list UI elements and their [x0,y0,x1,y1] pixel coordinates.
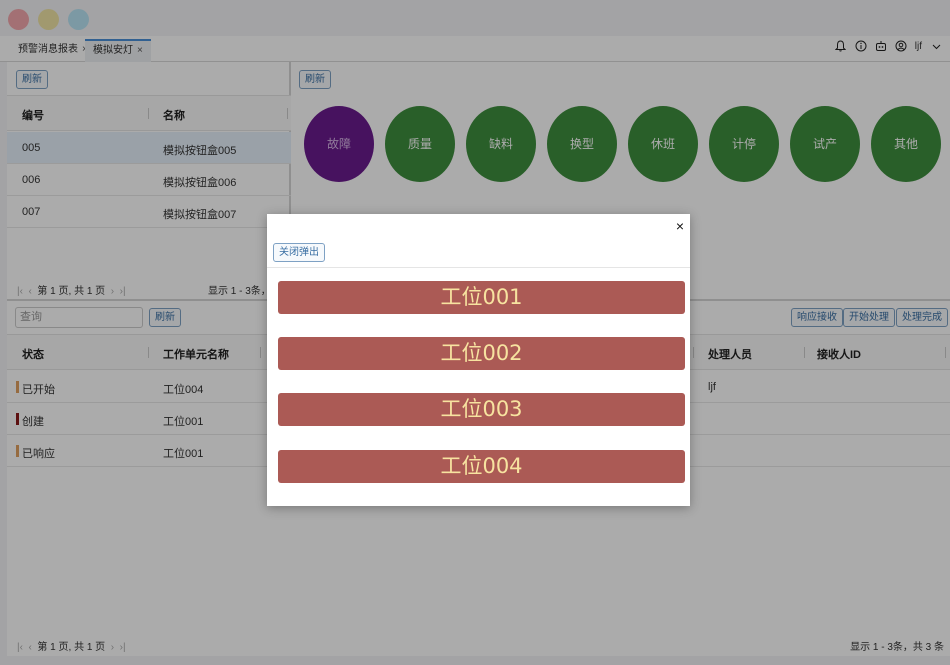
station-button[interactable]: 工位004 [278,450,685,483]
station-select-dialog: × 关闭弹出 工位001 工位002 工位003 工位004 [267,214,690,506]
station-button[interactable]: 工位002 [278,337,685,370]
close-popup-button[interactable]: 关闭弹出 [273,243,325,262]
divider [267,267,690,268]
station-button[interactable]: 工位001 [278,281,685,314]
station-button[interactable]: 工位003 [278,393,685,426]
close-icon[interactable]: × [676,218,684,234]
